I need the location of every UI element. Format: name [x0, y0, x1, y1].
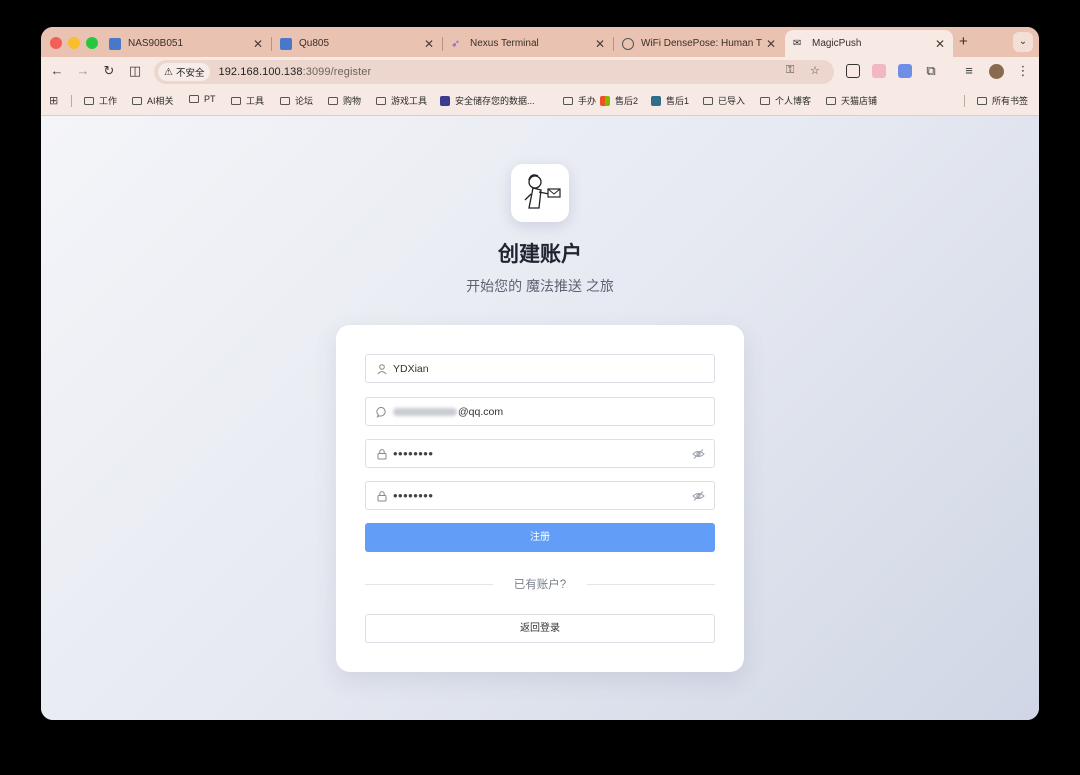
- avatar[interactable]: [989, 64, 1004, 79]
- tab-magicpush[interactable]: ✉ MagicPush ✕: [785, 30, 953, 57]
- bookmark-folder[interactable]: 工具: [231, 94, 264, 107]
- extensions-puzzle-icon[interactable]: ⧉: [923, 63, 939, 79]
- reload-icon[interactable]: ↻: [101, 63, 117, 79]
- lock-icon: [377, 490, 387, 501]
- window-maximize-button[interactable]: [86, 37, 98, 49]
- tab-search-button[interactable]: ⌄: [1013, 32, 1033, 52]
- bookmark-folder[interactable]: PT: [189, 94, 216, 104]
- forward-arrow-icon[interactable]: →: [75, 63, 91, 78]
- eye-off-icon[interactable]: [692, 448, 705, 460]
- folder-icon: [977, 96, 987, 105]
- username-field[interactable]: YDXian: [365, 354, 715, 383]
- bookmark-folder[interactable]: 手办: [563, 94, 596, 107]
- all-bookmarks-folder[interactable]: 所有书签: [977, 94, 1028, 107]
- magicpush-logo: [511, 164, 569, 222]
- divider: 已有账户?: [365, 576, 715, 592]
- back-arrow-icon[interactable]: ←: [49, 63, 65, 78]
- bookmark-link[interactable]: 售后2: [600, 94, 638, 107]
- page-subtitle: 开始您的 魔法推送 之旅: [466, 278, 614, 294]
- bookmark-folder[interactable]: 个人博客: [760, 94, 811, 107]
- folder-icon: [280, 96, 290, 105]
- bookmark-folder[interactable]: 论坛: [280, 94, 313, 107]
- tab-wifi-densepose[interactable]: WiFi DensePose: Human Tra ✕: [614, 30, 784, 57]
- back-to-login-button[interactable]: 返回登录: [365, 614, 715, 643]
- page-title: 创建账户: [498, 243, 582, 266]
- bookmarks-bar: ⊞ 工作 AI相关 PT 工具 论坛 购物 游戏工具 安全储存您的数据... 手…: [41, 87, 1039, 116]
- folder-icon: [703, 96, 713, 105]
- folder-icon: [231, 96, 241, 105]
- extension-icon[interactable]: [846, 64, 860, 78]
- bookmark-star-icon[interactable]: ☆: [810, 64, 820, 77]
- bookmark-folder[interactable]: AI相关: [132, 94, 174, 107]
- folder-icon: [376, 96, 386, 105]
- tab-nas90b051[interactable]: NAS90B051 ✕: [101, 30, 271, 57]
- register-page: 创建账户 开始您的 魔法推送 之旅 YDXian @qq.com •••••••…: [41, 116, 1039, 720]
- reading-list-icon[interactable]: ≡: [961, 63, 977, 78]
- redacted-email-prefix: [393, 407, 457, 416]
- magicpush-icon: ✉: [793, 37, 802, 49]
- folder-icon: [563, 96, 573, 105]
- browser-toolbar: ← → ↻ ◫ ⚠ 不安全 192.168.100.138:3099/regis…: [41, 57, 1039, 87]
- bookmark-folder[interactable]: 游戏工具: [376, 94, 427, 107]
- terminal-icon: ➶: [451, 37, 461, 50]
- message-icon: [376, 406, 386, 418]
- security-indicator[interactable]: ⚠ 不安全: [158, 63, 211, 81]
- folder-icon: [189, 95, 199, 103]
- address-bar[interactable]: ⚠ 不安全 192.168.100.138:3099/register ⚿ ☆: [154, 60, 834, 84]
- new-tab-button[interactable]: +: [959, 33, 968, 50]
- bookmark-folder[interactable]: 工作: [84, 94, 117, 107]
- tab-strip: NAS90B051 ✕ Qu805 ✕ ➶ Nexus Terminal ✕ W…: [41, 27, 1039, 57]
- folder-icon: [132, 96, 142, 105]
- warning-icon: ⚠: [164, 66, 173, 78]
- magicpush-logo-icon: [524, 174, 561, 209]
- browser-window: NAS90B051 ✕ Qu805 ✕ ➶ Nexus Terminal ✕ W…: [41, 27, 1039, 720]
- have-account-text: 已有账户?: [513, 579, 567, 591]
- confirm-password-field[interactable]: ••••••••: [365, 481, 715, 510]
- microsoft-icon: [600, 95, 610, 106]
- folder-icon: [328, 96, 338, 105]
- close-icon[interactable]: ✕: [766, 37, 776, 51]
- register-card: YDXian @qq.com •••••••• •••••••• 注册 已有账户…: [336, 325, 744, 672]
- window-close-button[interactable]: [50, 37, 62, 49]
- register-button[interactable]: 注册: [365, 523, 715, 552]
- extension-tv-icon[interactable]: [872, 64, 886, 78]
- close-icon[interactable]: ✕: [595, 37, 605, 51]
- bookmark-link[interactable]: 安全储存您的数据...: [440, 94, 535, 107]
- bookmark-link[interactable]: 售后1: [651, 94, 689, 107]
- tab-nexus-terminal[interactable]: ➶ Nexus Terminal ✕: [443, 30, 613, 57]
- window-minimize-button[interactable]: [68, 37, 80, 49]
- qnap-icon: [109, 37, 121, 50]
- bookmark-folder[interactable]: 已导入: [703, 94, 745, 107]
- lock-icon: [377, 448, 387, 459]
- apps-grid-icon[interactable]: ⊞: [49, 94, 58, 107]
- folder-icon: [760, 96, 770, 105]
- tab-qu805[interactable]: Qu805 ✕: [272, 30, 442, 57]
- bookmark-folder[interactable]: 天猫店铺: [826, 94, 877, 107]
- close-icon[interactable]: ✕: [935, 37, 945, 51]
- folder-icon: [826, 96, 836, 105]
- email-field[interactable]: @qq.com: [365, 397, 715, 426]
- folder-icon: [84, 96, 94, 105]
- password-key-icon[interactable]: ⚿: [786, 64, 794, 77]
- url-text[interactable]: 192.168.100.138:3099/register: [218, 66, 371, 78]
- close-icon[interactable]: ✕: [424, 37, 434, 51]
- service-icon: [651, 95, 661, 106]
- bookmark-folder[interactable]: 购物: [328, 94, 361, 107]
- globe-icon: [622, 37, 634, 50]
- vault-icon: [440, 95, 450, 106]
- user-icon: [377, 363, 387, 374]
- close-icon[interactable]: ✕: [253, 37, 263, 51]
- split-view-icon[interactable]: ◫: [127, 63, 143, 79]
- password-field[interactable]: ••••••••: [365, 439, 715, 468]
- menu-kebab-icon[interactable]: ⋮: [1015, 63, 1031, 79]
- extension-translate-icon[interactable]: [898, 64, 912, 78]
- eye-off-icon[interactable]: [692, 490, 705, 502]
- qnap-icon: [280, 37, 292, 50]
